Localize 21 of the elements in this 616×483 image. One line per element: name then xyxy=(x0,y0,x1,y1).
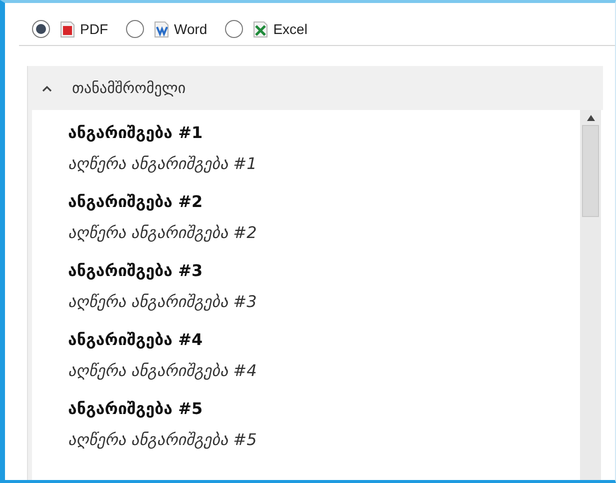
report-title[interactable]: ანგარიშგება #2 xyxy=(68,185,580,218)
scrollbar-thumb[interactable] xyxy=(582,125,599,217)
format-radio[interactable]: Excel xyxy=(225,20,308,38)
pdf-file-icon xyxy=(58,20,76,38)
report-title[interactable]: ანგარიშგება #1 xyxy=(68,116,580,149)
collapse-caret-icon[interactable] xyxy=(42,84,52,92)
scroll-up-icon[interactable] xyxy=(586,114,596,122)
report-title[interactable]: ანგარიშგება #5 xyxy=(68,392,580,425)
report-description: აღწერა ანგარიშგება #2 xyxy=(68,222,258,244)
report-title[interactable]: ანგარიშგება #3 xyxy=(68,254,580,287)
format-radio[interactable]: Word xyxy=(126,20,208,38)
report-description: აღწერა ანგარიშგება #1 xyxy=(68,153,258,175)
word-file-icon xyxy=(152,20,170,38)
spreadsheet-file-icon xyxy=(251,20,270,38)
report-description: აღწერა ანგარიშგება #5 xyxy=(68,429,258,451)
report-description: აღწერა ანგარიშგება #4 xyxy=(68,360,258,382)
format-radio[interactable]: PDF xyxy=(32,20,108,38)
report-description: აღწერა ანგარიშგება #3 xyxy=(68,291,258,313)
group-title: თანამშრომელი xyxy=(72,79,186,97)
report-title[interactable]: ანგარიშგება #4 xyxy=(68,323,580,356)
scrollbar[interactable] xyxy=(580,110,601,480)
